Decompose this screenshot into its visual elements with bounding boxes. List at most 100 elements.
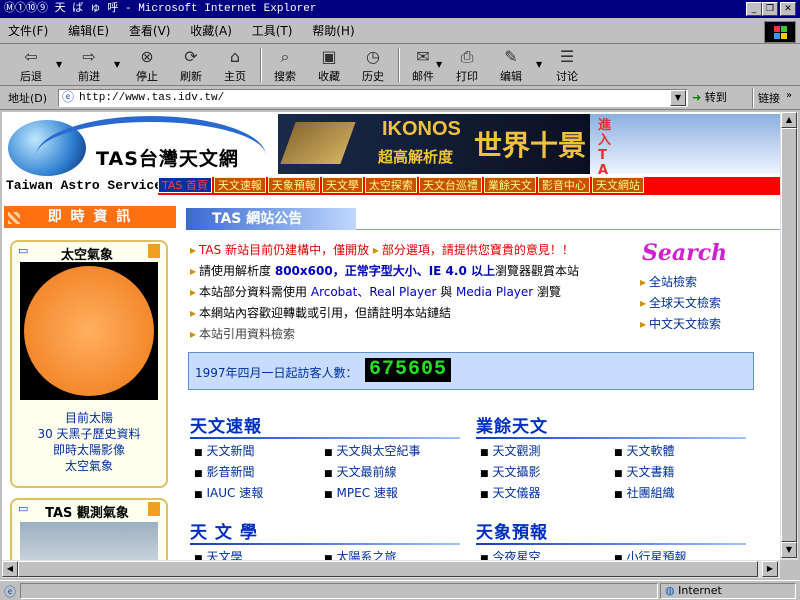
list-item[interactable]: ■ 天文軟體: [614, 442, 744, 463]
discuss-button[interactable]: ☰ 讨论: [546, 46, 588, 84]
list-item[interactable]: ■ 太陽系之旅: [324, 548, 454, 560]
list-item[interactable]: ■ 社團組織: [614, 484, 744, 505]
stop-button[interactable]: ⊗ 停止: [126, 46, 168, 84]
address-input[interactable]: ⓔ http://www.tas.idv.tw/: [58, 89, 688, 107]
list-item[interactable]: ■ 小行星預報: [614, 548, 744, 560]
print-button[interactable]: ⎙ 打印: [446, 46, 488, 84]
menu-help[interactable]: 帮助(H): [304, 18, 362, 44]
link-sunspot-history[interactable]: 30 天黑子歷史資料: [12, 426, 166, 442]
scroll-right-icon[interactable]: ▶: [762, 561, 778, 577]
forward-dropdown-icon[interactable]: ▼: [114, 60, 120, 69]
list-item[interactable]: ■ 天文最前線: [324, 463, 454, 484]
search-link-site[interactable]: ▸ 全站檢索: [640, 272, 721, 293]
bullet-icon: ▸: [190, 327, 197, 341]
toolbar-separator: [398, 48, 400, 82]
list-item[interactable]: ■ 天文攝影: [480, 463, 614, 484]
vertical-scrollbar[interactable]: ▲ ▼: [780, 112, 798, 560]
section-line: [190, 437, 460, 439]
sun-image[interactable]: [24, 266, 154, 396]
list-item[interactable]: ■ 天文學: [194, 548, 324, 560]
section-title[interactable]: 天象預報: [476, 518, 746, 543]
history-icon: ◷: [366, 47, 380, 66]
minimize-button[interactable]: _: [746, 2, 762, 16]
notice-item[interactable]: ▸ 本站引用資料檢索: [190, 324, 630, 345]
search-title: Search: [642, 240, 728, 266]
links-button[interactable]: 链接: [758, 90, 780, 106]
weather-satellite-image[interactable]: [20, 522, 158, 560]
list-item[interactable]: ■ MPEC 速報: [324, 484, 454, 505]
site-logo-title[interactable]: TAS台灣天文網: [96, 144, 239, 171]
notice-header-line: [356, 208, 780, 230]
mail-dropdown-icon[interactable]: ▼: [436, 60, 442, 69]
favorites-icon: ▣: [321, 47, 337, 66]
nav-media-center[interactable]: 影音中心: [537, 177, 590, 193]
link-current-sun[interactable]: 目前太陽: [12, 410, 166, 426]
links-chevron-icon[interactable]: »: [786, 90, 792, 101]
maximize-button[interactable]: ❐: [762, 2, 778, 16]
section-line: [190, 543, 460, 545]
link-space-weather[interactable]: 太空氣象: [12, 458, 166, 474]
go-button[interactable]: ➜ 转到: [692, 88, 748, 108]
nav-amateur-astronomy[interactable]: 業餘天文: [483, 177, 536, 193]
close-button[interactable]: ✕: [780, 2, 796, 16]
back-arrow-icon: ⇦: [24, 47, 38, 66]
list-item[interactable]: ■ 天文書籍: [614, 463, 744, 484]
nav-astro-news[interactable]: 天文速報: [213, 177, 266, 193]
search-link-chinese[interactable]: ▸ 中文天文檢索: [640, 314, 721, 335]
notice-item: ▸ TAS 新站目前仍建構中，僅開放 ▸ 部分選項，請提供您寶貴的意見！！: [190, 243, 574, 257]
space-weather-links: 目前太陽 30 天黑子歷史資料 即時太陽影像 太空氣象: [12, 410, 166, 474]
ie-status-icon: ⓔ: [4, 585, 17, 599]
link-realtime-sun[interactable]: 即時太陽影像: [12, 442, 166, 458]
nav-tas-home[interactable]: TAS 首頁: [158, 177, 212, 193]
forward-button[interactable]: ⇨ 前进: [68, 46, 110, 84]
back-dropdown-icon[interactable]: ▼: [56, 60, 62, 69]
enter-tas-banner[interactable]: 進入TAS: [590, 114, 780, 174]
section-title[interactable]: 業餘天文: [476, 412, 746, 437]
list-item[interactable]: ■ 天文新聞: [194, 442, 324, 463]
menu-favorites[interactable]: 收藏(A): [182, 18, 240, 44]
horizontal-scrollbar[interactable]: ◀ ▶: [2, 560, 780, 578]
menu-tools[interactable]: 工具(T): [244, 18, 301, 44]
scroll-thumb[interactable]: [781, 128, 797, 542]
edit-button[interactable]: ✎ 编辑: [490, 46, 532, 84]
refresh-button[interactable]: ⟳ 刷新: [170, 46, 212, 84]
list-item[interactable]: ■ 影音新聞: [194, 463, 324, 484]
nav-sky-forecast[interactable]: 天象預報: [267, 177, 320, 193]
bullet-icon: ▸: [640, 317, 647, 331]
scroll-left-icon[interactable]: ◀: [2, 561, 18, 577]
nav-observatory-tour[interactable]: 天文台巡禮: [418, 177, 482, 193]
discuss-icon: ☰: [559, 47, 575, 66]
notice-item: ▸ 本站部分資料需使用 Arcobat、Real Player 與 Media P…: [190, 285, 562, 299]
list-item[interactable]: ■ IAUC 速報: [194, 484, 324, 505]
list-item[interactable]: ■ 今夜星空: [480, 548, 614, 560]
search-button[interactable]: ⌕ 搜索: [264, 46, 306, 84]
realtime-info-header: 即 時 資 訊: [4, 206, 176, 228]
address-dropdown-icon[interactable]: ▼: [670, 90, 686, 106]
section-title[interactable]: 天 文 學: [190, 518, 460, 543]
menu-edit[interactable]: 编辑(E): [60, 18, 117, 44]
scroll-up-icon[interactable]: ▲: [781, 112, 797, 128]
nav-space-exploration[interactable]: 太空探索: [364, 177, 417, 193]
section-line: [476, 437, 746, 439]
list-item[interactable]: ■ 天文觀測: [480, 442, 614, 463]
list-item[interactable]: ■ 天文儀器: [480, 484, 614, 505]
history-button[interactable]: ◷ 历史: [352, 46, 394, 84]
menu-view[interactable]: 查看(V): [121, 18, 179, 44]
scroll-down-icon[interactable]: ▼: [781, 542, 797, 558]
forward-arrow-icon: ⇨: [82, 47, 96, 66]
favorites-button[interactable]: ▣ 收藏: [308, 46, 350, 84]
notice-header: TAS 網站公告: [186, 208, 356, 230]
bullet-icon: ▸: [369, 243, 379, 257]
nav-astro-sites[interactable]: 天文網站: [591, 177, 644, 193]
section-title[interactable]: 天文速報: [190, 412, 460, 437]
back-button[interactable]: ⇦ 后退: [10, 46, 52, 84]
list-item[interactable]: ■ 天文與太空紀事: [324, 442, 454, 463]
search-link-global[interactable]: ▸ 全球天文檢索: [640, 293, 721, 314]
menu-file[interactable]: 文件(F): [0, 18, 56, 44]
edit-dropdown-icon[interactable]: ▼: [536, 60, 542, 69]
home-button[interactable]: ⌂ 主页: [214, 46, 256, 84]
nav-astronomy[interactable]: 天文學: [321, 177, 363, 193]
section-sky-forecast: 天象預報 ■ 今夜星空 ■ 小行星預報: [476, 518, 746, 560]
hscroll-thumb[interactable]: [18, 561, 758, 577]
ikonos-banner[interactable]: IKONOS 超高解析度 世界十景: [278, 114, 590, 174]
